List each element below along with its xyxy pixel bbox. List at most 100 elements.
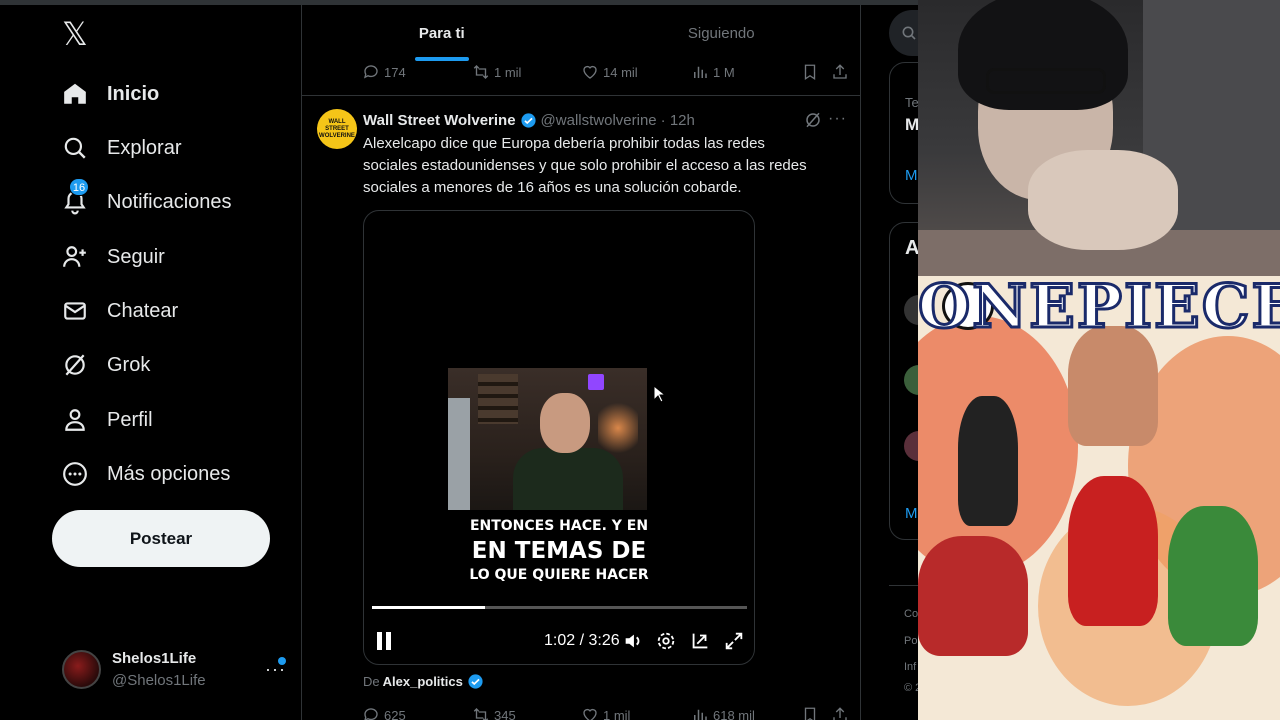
video-time: 1:02 / 3:26: [544, 632, 620, 649]
reply-button[interactable]: 625: [362, 706, 472, 720]
share-icon: [833, 707, 847, 720]
post-button[interactable]: Postear: [52, 510, 270, 567]
source-prefix: De: [363, 674, 380, 689]
views-button[interactable]: 618 mil: [691, 706, 801, 720]
nav-label-grok: Grok: [107, 353, 151, 376]
video-source: De Alex_politics: [363, 673, 488, 690]
repost-icon: [473, 65, 489, 79]
tweet-header: Wall Street Wolverine @wallstwolverine ·…: [363, 110, 695, 130]
nav-item-more[interactable]: Más opciones: [62, 454, 230, 494]
nav-item-grok[interactable]: Grok: [62, 345, 150, 385]
repost-count: 345: [494, 707, 516, 720]
footer-link[interactable]: Po: [904, 635, 917, 647]
card-text: Te: [905, 95, 919, 110]
reply-button[interactable]: 174: [362, 63, 472, 81]
like-button[interactable]: 14 mil: [581, 63, 691, 81]
footer-link[interactable]: Inf: [904, 661, 916, 673]
account-switcher[interactable]: Shelos1Life @Shelos1Life ···: [62, 648, 292, 694]
fullscreen-icon[interactable]: [723, 630, 745, 652]
twitch-logo-icon: [588, 374, 604, 390]
pause-icon[interactable]: [376, 632, 392, 650]
nav-item-notifications[interactable]: 16 Notificaciones: [62, 178, 232, 222]
avatar: [62, 650, 101, 689]
nav-item-profile[interactable]: Perfil: [62, 400, 153, 440]
grok-explain-icon[interactable]: [804, 111, 822, 129]
volume-icon[interactable]: [622, 630, 644, 652]
bookmark-icon: [804, 707, 816, 720]
footer-link[interactable]: Co: [904, 608, 918, 620]
views-button[interactable]: 1 M: [691, 63, 801, 81]
share-button[interactable]: [831, 706, 851, 720]
video-caption-line: ENTONCES HACE. Y EN: [469, 518, 649, 534]
x-logo-icon[interactable]: 𝕏: [62, 18, 90, 50]
share-button[interactable]: [831, 63, 851, 81]
nav-item-home[interactable]: Inicio: [62, 74, 159, 114]
bell-icon: 16: [62, 178, 89, 215]
video-progress-bar[interactable]: [372, 606, 747, 609]
video-person-head: [540, 393, 590, 453]
mouse-cursor-icon: [653, 385, 665, 403]
webcam-glasses: [986, 68, 1106, 94]
tab-for-you[interactable]: Para ti: [302, 5, 582, 61]
nav-label-profile: Perfil: [107, 408, 153, 431]
bookmark-button[interactable]: [801, 63, 831, 81]
cover-figure: [1168, 506, 1258, 646]
tweet-actions: 625 345 1 mil 618 mil: [362, 705, 852, 720]
repost-count: 1 mil: [494, 64, 522, 80]
follow-icon: [62, 244, 88, 270]
manga-title: ONEPIECE: [918, 276, 1280, 344]
reply-count: 625: [384, 707, 406, 720]
divider: [302, 95, 861, 96]
nav-item-explore[interactable]: Explorar: [62, 128, 181, 168]
bookmark-icon: [804, 64, 816, 81]
bookmark-button[interactable]: [801, 706, 831, 720]
video-caption-line: LO QUE QUIERE HACER: [469, 567, 649, 583]
tab-following[interactable]: Siguiendo: [582, 5, 862, 61]
video-player[interactable]: ENTONCES HACE. Y EN EN TEMAS DE LO QUE Q…: [363, 210, 755, 665]
view-count: 618 mil: [713, 707, 755, 720]
manga-cover-image: ONEPIECE: [918, 276, 1280, 720]
tweet-more-icon[interactable]: ···: [828, 110, 847, 128]
source-account-link[interactable]: Alex_politics: [383, 674, 463, 689]
cover-figure: [1068, 326, 1158, 446]
verified-badge-icon: [468, 674, 483, 689]
grok-icon: [62, 352, 88, 378]
unread-dot: [278, 657, 286, 665]
cover-figure: [1068, 476, 1158, 626]
nav-label-explore: Explorar: [107, 136, 182, 159]
view-count: 1 M: [713, 64, 735, 80]
settings-gear-icon[interactable]: [655, 630, 677, 652]
reply-count: 174: [384, 64, 406, 80]
verified-badge-icon: [520, 112, 536, 128]
nav-label-follow: Seguir: [107, 245, 165, 268]
tweet-time[interactable]: · 12h: [661, 112, 695, 129]
card-link[interactable]: M: [905, 505, 918, 522]
repost-button[interactable]: 1 mil: [472, 63, 581, 81]
timeline: Para ti Siguiendo 174 1 mil 14 mil 1 M W…: [301, 0, 861, 720]
tweet-avatar[interactable]: WALL STREET WOLVERINE: [317, 109, 357, 149]
profile-icon: [62, 407, 88, 433]
reply-icon: [363, 65, 378, 79]
tab-label: Para ti: [418, 24, 465, 42]
video-progress-fill: [372, 606, 485, 609]
card-link[interactable]: M: [905, 167, 918, 184]
tab-label: Siguiendo: [687, 24, 755, 42]
mail-icon: [62, 298, 88, 324]
share-icon: [833, 64, 847, 79]
author-handle[interactable]: @wallstwolverine: [541, 112, 657, 129]
reply-icon: [364, 708, 378, 720]
repost-button[interactable]: 345: [472, 706, 581, 720]
like-button[interactable]: 1 mil: [581, 706, 691, 720]
search-icon: [902, 26, 916, 40]
video-caption-line: EN TEMAS DE: [471, 538, 647, 564]
cover-figure: [958, 396, 1018, 526]
author-name[interactable]: Wall Street Wolverine: [363, 112, 516, 129]
account-name: Shelos1Life: [112, 650, 197, 667]
nav-label-home: Inicio: [107, 82, 160, 105]
nav-item-follow[interactable]: Seguir: [62, 237, 165, 277]
account-handle: @Shelos1Life: [112, 672, 206, 689]
cover-figure: [918, 536, 1028, 656]
picture-in-picture-icon[interactable]: [689, 630, 711, 652]
nav-item-chat[interactable]: Chatear: [62, 291, 178, 331]
webcam-overlay: [918, 0, 1280, 276]
